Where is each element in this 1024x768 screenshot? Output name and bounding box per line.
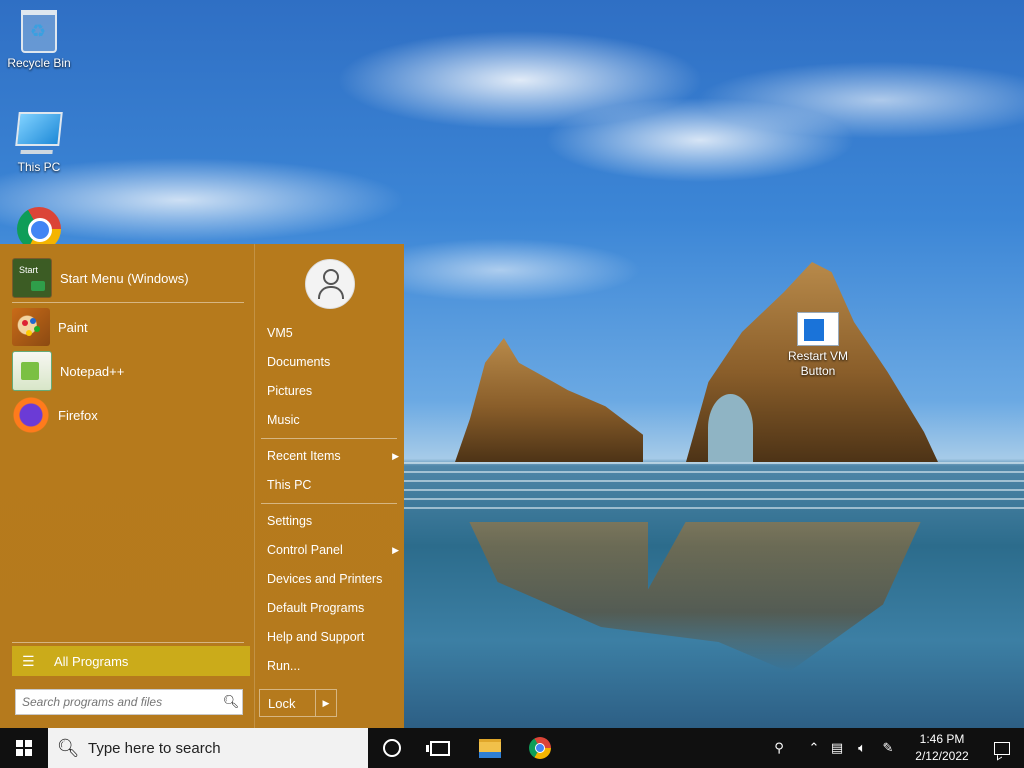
pen-workspace-button[interactable]: ✎: [876, 728, 900, 768]
start-menu: Start Menu (Windows) Paint Notepad++ Fir…: [0, 244, 404, 728]
notification-icon: [994, 741, 1010, 755]
places-item-label: Run...: [267, 659, 301, 673]
paint-icon: [12, 308, 50, 346]
user-avatar[interactable]: [305, 259, 355, 309]
places-item-pictures[interactable]: Pictures: [267, 379, 399, 403]
program-label: Firefox: [58, 407, 98, 423]
start-search-box[interactable]: 🔍︎: [15, 689, 243, 715]
chrome-taskbar-button[interactable]: [516, 728, 564, 768]
places-item-run[interactable]: Run...: [267, 654, 399, 678]
all-programs-button[interactable]: ☰ All Programs: [12, 646, 250, 676]
search-icon: 🔍︎: [56, 737, 80, 758]
wallpaper-waves: [404, 462, 1024, 514]
desktop-icon-label: Restart VM Button: [787, 349, 848, 378]
program-notepad-plus-plus[interactable]: Notepad++: [12, 351, 244, 391]
program-start-menu[interactable]: Start Menu (Windows): [12, 258, 244, 298]
places-item-label: Recent Items: [267, 449, 341, 463]
chrome-icon: [529, 737, 551, 759]
places-item-label: Help and Support: [267, 630, 365, 644]
program-paint[interactable]: Paint: [12, 307, 244, 347]
chevron-right-icon: ▶: [392, 544, 399, 555]
clock-time: 1:46 PM: [919, 732, 965, 746]
places-item-music[interactable]: Music: [267, 408, 399, 432]
recycle-bin-icon: [21, 10, 57, 53]
places-item-help-and-support[interactable]: Help and Support: [267, 625, 399, 649]
lock-button[interactable]: Lock ▶: [259, 689, 337, 717]
divider: [261, 438, 397, 439]
file-explorer-icon: [479, 738, 501, 758]
program-label: Paint: [58, 319, 88, 335]
places-item-settings[interactable]: Settings: [267, 509, 399, 533]
task-view-button[interactable]: [416, 728, 464, 768]
desktop-icon-restart-vm[interactable]: Restart VM Button: [779, 312, 857, 379]
pen-icon: ✎: [882, 740, 894, 755]
wallpaper-rock-small: [455, 338, 643, 462]
list-icon: ☰: [22, 652, 35, 669]
places-item-default-programs[interactable]: Default Programs: [267, 596, 399, 620]
network-icon: ▤: [830, 740, 844, 755]
chevron-right-icon[interactable]: ▶: [315, 690, 336, 716]
show-hidden-icons-button[interactable]: ⌃: [804, 728, 824, 768]
chevron-right-icon: ▶: [392, 450, 399, 461]
places-item-devices-and-printers[interactable]: Devices and Printers: [267, 567, 399, 591]
places-item-control-panel[interactable]: Control Panel ▶: [267, 538, 399, 562]
firefox-icon: [12, 396, 50, 434]
places-item-label: Documents: [267, 355, 331, 369]
restart-vm-icon: [797, 312, 839, 346]
chevron-up-icon: ⌃: [808, 740, 820, 755]
desktop-icon-recycle-bin[interactable]: Recycle Bin: [0, 10, 78, 70]
places-item-label: This PC: [267, 478, 312, 492]
program-label: Start Menu (Windows): [60, 270, 189, 286]
start-menu-programs: Start Menu (Windows) Paint Notepad++ Fir…: [0, 244, 254, 728]
taskbar-search-placeholder: Type here to search: [88, 739, 221, 757]
start-menu-icon: [12, 258, 52, 298]
start-search-input[interactable]: [16, 691, 220, 713]
places-item-label: Devices and Printers: [267, 572, 383, 586]
places-item-label: Control Panel: [267, 543, 343, 557]
people-button[interactable]: ⚲: [766, 728, 792, 768]
clock[interactable]: 1:46 PM 2/12/2022: [904, 731, 980, 765]
task-view-icon: [426, 740, 450, 756]
divider: [261, 503, 397, 504]
places-item-documents[interactable]: Documents: [267, 350, 399, 374]
volume-icon: 🔈︎: [858, 740, 866, 755]
places-item-label: Default Programs: [267, 601, 365, 615]
desktop-icon-this-pc[interactable]: This PC: [0, 112, 78, 174]
notepad-plus-plus-icon: [12, 351, 52, 391]
start-button[interactable]: [0, 728, 48, 768]
start-menu-places: VM5 Documents Pictures Music Recent Item…: [254, 244, 405, 728]
file-explorer-button[interactable]: [466, 728, 514, 768]
action-center-button[interactable]: [980, 728, 1024, 768]
program-label: Notepad++: [60, 363, 125, 379]
places-item-label: Music: [267, 413, 300, 427]
desktop-icon-label: Recycle Bin: [7, 56, 71, 70]
network-button[interactable]: ▤: [826, 728, 848, 768]
program-firefox[interactable]: Firefox: [12, 395, 244, 435]
places-item-label: Pictures: [267, 384, 313, 398]
all-programs-label: All Programs: [54, 653, 129, 669]
taskbar-search[interactable]: 🔍︎ Type here to search: [48, 728, 368, 768]
lock-label: Lock: [268, 695, 296, 711]
cortana-icon: [383, 739, 401, 757]
places-item-this-pc[interactable]: This PC: [267, 473, 399, 497]
places-item-label: Settings: [267, 514, 313, 528]
windows-logo-icon: [16, 740, 32, 756]
people-icon: ⚲: [774, 740, 784, 755]
divider: [12, 642, 244, 643]
search-icon[interactable]: 🔍︎: [220, 694, 242, 710]
clock-date: 2/12/2022: [915, 749, 969, 763]
volume-button[interactable]: 🔈︎: [850, 728, 874, 768]
taskbar: 🔍︎ Type here to search ⚲ ⌃ ▤ 🔈︎ ✎ 1:46 P…: [0, 728, 1024, 768]
places-item-label: VM5: [267, 326, 293, 340]
places-item-recent-items[interactable]: Recent Items ▶: [267, 444, 399, 468]
this-pc-icon: [15, 112, 63, 146]
desktop-icon-label: This PC: [17, 160, 61, 174]
wallpaper-reflection: [469, 522, 921, 672]
divider: [12, 302, 244, 303]
places-item-vm5[interactable]: VM5: [267, 321, 399, 345]
cortana-button[interactable]: [368, 728, 416, 768]
